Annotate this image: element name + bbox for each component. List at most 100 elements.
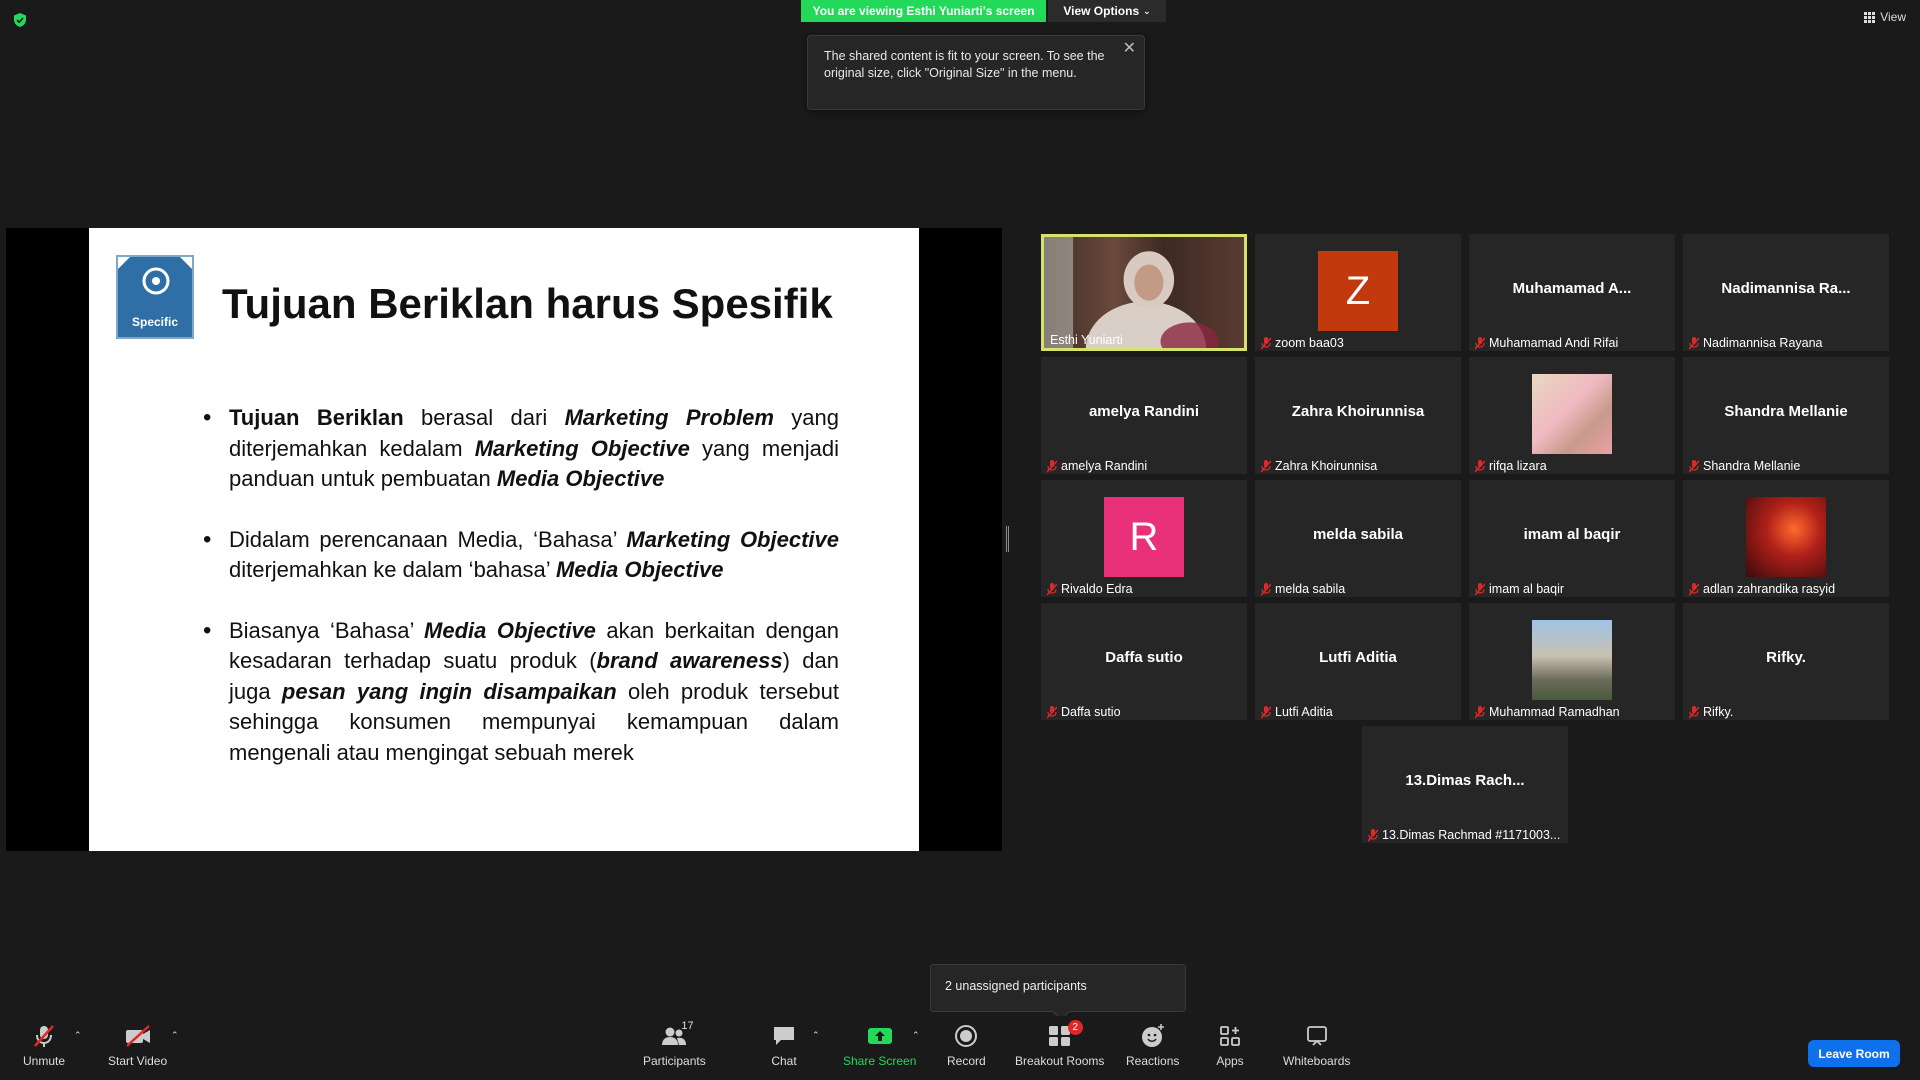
mic-muted-icon	[1475, 582, 1485, 596]
participant-tile[interactable]: adlan zahrandika rasyid	[1683, 480, 1889, 597]
breakout-rooms-button[interactable]: 2 Breakout Rooms	[1015, 1020, 1104, 1068]
slide-title: Tujuan Beriklan harus Spesifik	[222, 280, 833, 327]
participant-tile[interactable]: Shandra Mellanie Shandra Mellanie	[1683, 357, 1889, 474]
security-shield-icon[interactable]	[12, 12, 28, 28]
participant-tile[interactable]: R Rivaldo Edra	[1041, 480, 1247, 597]
participant-name: Muhamamad Andi Rifai	[1489, 336, 1619, 350]
record-button[interactable]: Record	[947, 1024, 986, 1068]
share-options-caret-icon[interactable]: ⌃	[912, 1030, 920, 1041]
mic-muted-icon	[1475, 336, 1485, 350]
popup-text: 2 unassigned participants	[945, 979, 1087, 993]
participant-tile[interactable]: imam al baqir imam al baqir	[1469, 480, 1675, 597]
record-label: Record	[947, 1054, 986, 1068]
participant-tile[interactable]: Muhamamad A... Muhamamad Andi Rifai	[1469, 234, 1675, 351]
video-options-caret-icon[interactable]: ⌃	[171, 1030, 179, 1041]
participant-tile[interactable]: Nadimannisa Ra... Nadimannisa Rayana	[1683, 234, 1889, 351]
participant-tile[interactable]: amelya Randini amelya Randini	[1041, 357, 1247, 474]
unmute-button[interactable]: Unmute	[23, 1024, 65, 1068]
unmute-label: Unmute	[23, 1054, 66, 1068]
mic-muted-icon	[1261, 582, 1271, 596]
host-video-feed	[1044, 237, 1244, 348]
panel-splitter-handle[interactable]	[1006, 526, 1009, 552]
participant-name: Esthi Yuniarti	[1050, 333, 1123, 347]
participant-name-label: Lutfi Aditia	[1261, 705, 1333, 719]
audio-options-caret-icon[interactable]: ⌃	[74, 1030, 82, 1041]
participant-tile[interactable]: Muhammad Ramadhan	[1469, 603, 1675, 720]
bullet-item: Biasanya ‘Bahasa’ Media Objective akan b…	[199, 616, 839, 769]
participant-name: Muhammad Ramadhan	[1489, 705, 1620, 719]
record-icon	[951, 1024, 981, 1048]
participant-name: Daffa sutio	[1061, 705, 1121, 719]
participants-button[interactable]: 17 Participants	[643, 1020, 706, 1068]
mic-muted-icon	[1475, 705, 1485, 719]
whiteboards-button[interactable]: Whiteboards	[1283, 1024, 1350, 1068]
profile-photo	[1532, 374, 1612, 454]
slide-bullets: Tujuan Beriklan berasal dari Marketing P…	[199, 403, 839, 798]
chevron-down-icon: ⌄	[1143, 5, 1151, 16]
participant-tile[interactable]: Lutfi Aditia Lutfi Aditia	[1255, 603, 1461, 720]
participant-name-label: imam al baqir	[1475, 582, 1564, 596]
participant-name-label: Rifky.	[1689, 705, 1733, 719]
breakout-rooms-icon: 2	[1045, 1020, 1083, 1048]
leave-room-button[interactable]: Leave Room	[1808, 1040, 1900, 1067]
apps-button[interactable]: Apps	[1215, 1024, 1245, 1068]
participant-name-label: melda sabila	[1261, 582, 1345, 596]
mic-muted-icon	[1689, 705, 1699, 719]
participant-tile[interactable]: melda sabila melda sabila	[1255, 480, 1461, 597]
participant-name-label: Zahra Khoirunnisa	[1261, 459, 1377, 473]
mic-muted-icon	[1047, 705, 1057, 719]
participant-name: amelya Randini	[1061, 459, 1148, 473]
share-screen-icon	[865, 1024, 895, 1048]
participant-name: Zahra Khoirunnisa	[1275, 459, 1378, 473]
start-video-button[interactable]: Start Video	[108, 1024, 167, 1068]
participant-display-name: amelya Randini	[1088, 403, 1200, 420]
mic-muted-icon	[1047, 582, 1057, 596]
participant-tile[interactable]: 13.Dimas Rach... 13.Dimas Rachmad #117100…	[1362, 726, 1568, 843]
participant-display-name: Lutfi Aditia	[1319, 649, 1397, 666]
chat-icon	[769, 1024, 799, 1048]
participant-name-label: amelya Randini	[1047, 459, 1147, 473]
fit-screen-tooltip: The shared content is fit to your screen…	[807, 35, 1145, 110]
apps-label: Apps	[1216, 1054, 1244, 1068]
participants-count: 17	[681, 1020, 694, 1032]
participant-tile[interactable]: Zzoom baa03	[1255, 234, 1461, 351]
specific-badge: Specific	[116, 255, 194, 339]
participant-tile[interactable]: Daffa sutio Daffa sutio	[1041, 603, 1247, 720]
participant-name-label: Nadimannisa Rayana	[1689, 336, 1823, 350]
participant-display-name: melda sabila	[1312, 526, 1404, 543]
participant-tile[interactable]: Rifky. Rifky.	[1683, 603, 1889, 720]
whiteboard-icon	[1302, 1024, 1332, 1048]
participant-display-name: Shandra Mellanie	[1724, 403, 1848, 420]
avatar: R	[1104, 497, 1184, 577]
meeting-toolbar: Unmute ⌃ Start Video ⌃ 17 Participants C…	[0, 1016, 1920, 1080]
close-icon[interactable]: ✕	[1123, 40, 1136, 57]
chat-options-caret-icon[interactable]: ⌃	[812, 1030, 820, 1041]
participant-name-label: Daffa sutio	[1047, 705, 1121, 719]
participant-display-name: Zahra Khoirunnisa	[1291, 403, 1425, 420]
profile-photo	[1532, 620, 1612, 700]
breakout-badge: 2	[1067, 1020, 1083, 1035]
participant-name-label: Esthi Yuniarti	[1050, 333, 1123, 347]
mic-muted-icon	[1261, 459, 1271, 473]
share-screen-button[interactable]: Share Screen	[843, 1024, 916, 1068]
reactions-button[interactable]: Reactions	[1126, 1024, 1179, 1068]
chat-button[interactable]: Chat	[769, 1024, 799, 1068]
participant-display-name: 13.Dimas Rach...	[1405, 772, 1525, 789]
reactions-icon	[1138, 1024, 1168, 1048]
participant-name-label: Shandra Mellanie	[1689, 459, 1800, 473]
view-button[interactable]: View	[1864, 10, 1906, 24]
whiteboards-label: Whiteboards	[1283, 1054, 1351, 1068]
participant-name: rifqa lizara	[1489, 459, 1547, 473]
participant-tile[interactable]: rifqa lizara	[1469, 357, 1675, 474]
participant-name-label: adlan zahrandika rasyid	[1689, 582, 1835, 596]
participant-tile[interactable]: Zahra Khoirunnisa Zahra Khoirunnisa	[1255, 357, 1461, 474]
mic-muted-icon	[1261, 705, 1271, 719]
eye-icon	[142, 267, 170, 295]
video-off-icon	[123, 1024, 153, 1048]
participant-name: 13.Dimas Rachmad #1171003...	[1382, 828, 1561, 842]
participant-display-name: Daffa sutio	[1105, 649, 1183, 666]
mic-muted-icon	[1368, 828, 1378, 842]
participants-label: Participants	[643, 1054, 706, 1068]
view-options-button[interactable]: View Options ⌄	[1048, 0, 1166, 22]
participant-tile[interactable]: Esthi Yuniarti	[1041, 234, 1247, 351]
